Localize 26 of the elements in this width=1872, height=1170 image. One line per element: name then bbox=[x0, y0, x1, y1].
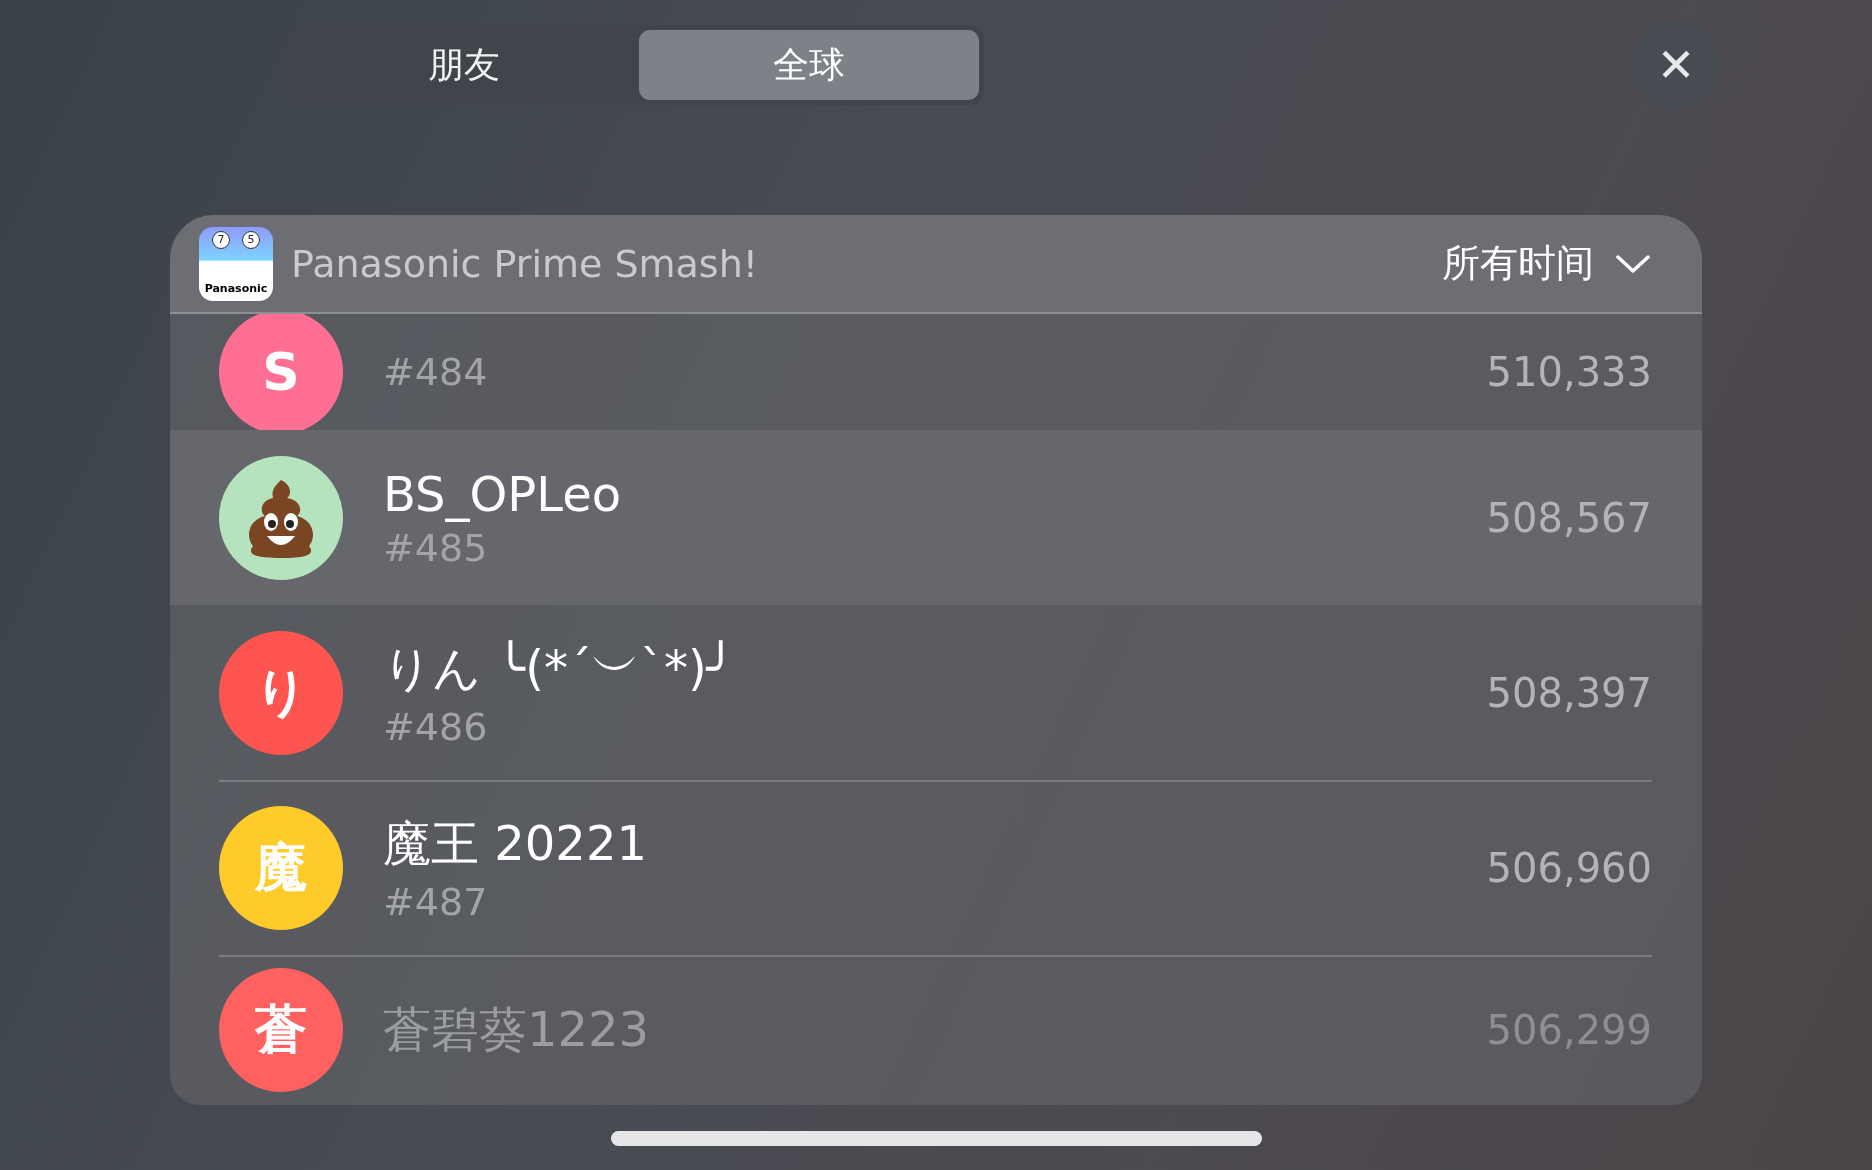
player-rank: #484 bbox=[383, 350, 489, 394]
player-row[interactable]: り りん ╰(*´︶`*)╯ #486 508,397 bbox=[170, 605, 1702, 780]
player-row[interactable]: S #484 510,333 bbox=[170, 314, 1702, 430]
player-score: 510,333 bbox=[1486, 349, 1652, 395]
game-title: Panasonic Prime Smash! bbox=[291, 241, 759, 286]
player-score: 508,567 bbox=[1486, 494, 1652, 541]
avatar: 魔 bbox=[219, 805, 343, 930]
avatar: 蒼 bbox=[219, 968, 343, 1092]
highlighted-row[interactable]: BS_OPLeo #485 508,567 bbox=[170, 430, 1702, 605]
tab[interactable]: 朋友 bbox=[294, 30, 635, 100]
player-rank: #485 bbox=[383, 525, 489, 570]
player-score: 508,397 bbox=[1486, 669, 1652, 716]
player-score: 506,960 bbox=[1486, 844, 1652, 891]
period-dropdown[interactable]: 所有时间 bbox=[1442, 238, 1650, 289]
player-name: 蒼碧葵1223 bbox=[383, 1000, 651, 1059]
app-icon: 7 5 Panasonic bbox=[199, 226, 273, 301]
player-rank: #487 bbox=[383, 879, 489, 924]
player-rank: #486 bbox=[383, 704, 489, 749]
close-button[interactable]: ✕ bbox=[1631, 20, 1721, 110]
chevron-down-icon bbox=[1616, 253, 1650, 274]
avatar: り bbox=[219, 630, 343, 755]
player-name: BS_OPLeo bbox=[383, 465, 623, 522]
player-row[interactable]: 魔 魔王 20221 #487 506,960 bbox=[170, 780, 1702, 955]
player-name: りん ╰(*´︶`*)╯ bbox=[383, 638, 737, 698]
player-name: 魔王 20221 bbox=[383, 813, 648, 873]
tab[interactable]: 全球 bbox=[638, 30, 979, 100]
